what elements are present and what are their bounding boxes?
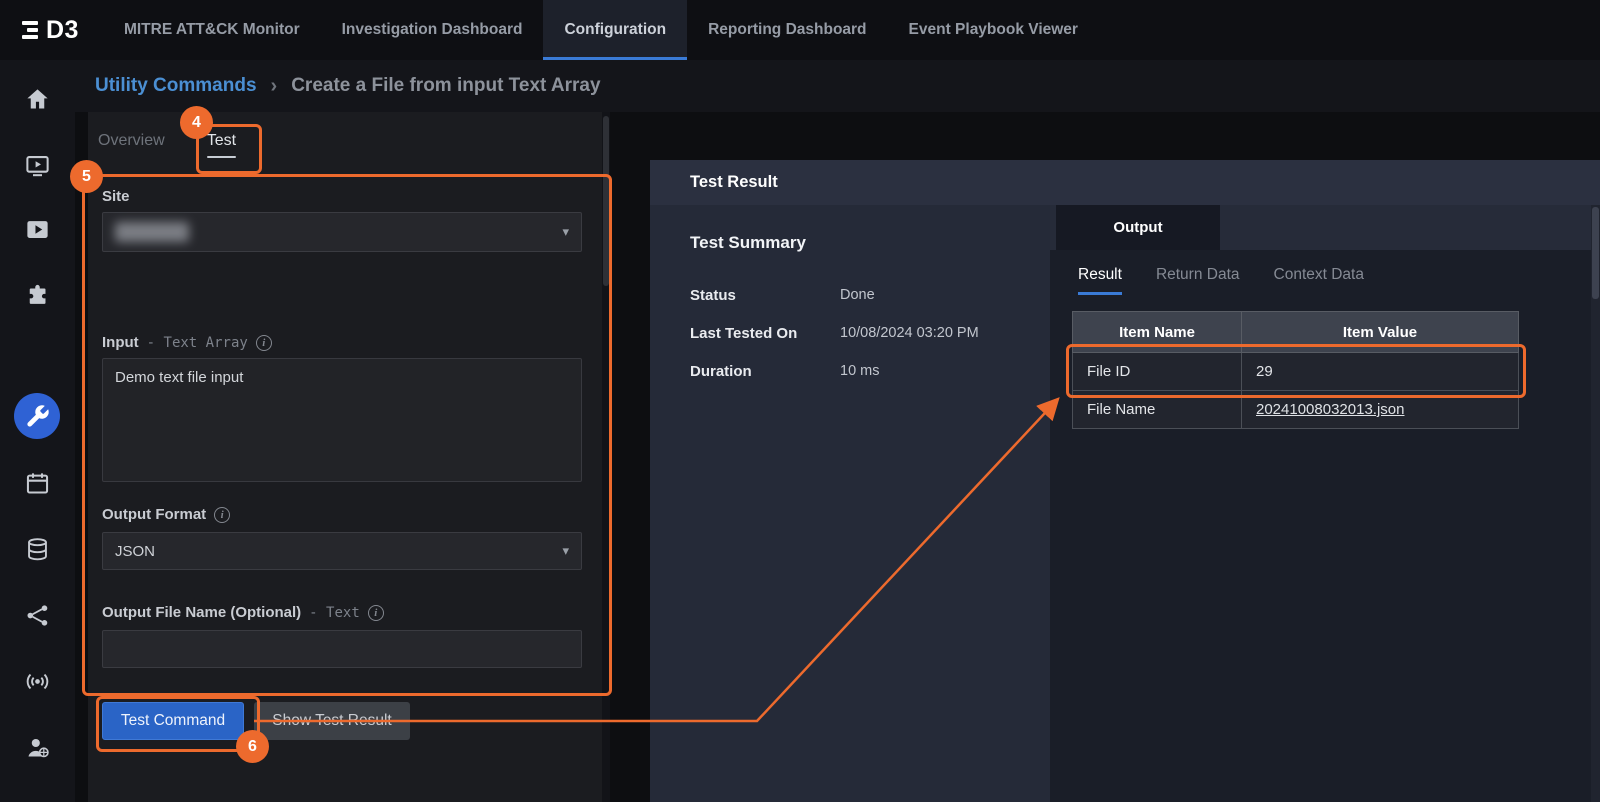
output-file-name-label: Output File Name (Optional) - Text bbox=[102, 604, 384, 621]
cell-file-name-name: File Name bbox=[1073, 391, 1242, 429]
sidebar-item-monitor[interactable] bbox=[22, 150, 52, 180]
duration-value: 10 ms bbox=[840, 363, 880, 380]
input-info-icon[interactable] bbox=[256, 335, 272, 351]
annotation-step-6: 6 bbox=[236, 730, 269, 763]
nav-item-investigation-dashboard[interactable]: Investigation Dashboard bbox=[321, 0, 544, 60]
sidebar-item-broadcast[interactable] bbox=[22, 666, 52, 696]
table-row-file-id: File ID 29 bbox=[1073, 353, 1519, 391]
sidebar-item-data[interactable] bbox=[22, 534, 52, 564]
summary-row-status: Status Done bbox=[690, 287, 1050, 304]
site-select[interactable] bbox=[102, 212, 582, 252]
test-result-panel: Test Result Test Summary Status Done Las… bbox=[650, 160, 1600, 802]
command-form-tabs: Overview Test bbox=[96, 128, 238, 158]
summary-row-last-tested: Last Tested On 10/08/2024 03:20 PM bbox=[690, 325, 1050, 342]
annotation-step-4: 4 bbox=[180, 106, 213, 139]
cell-file-id-name: File ID bbox=[1073, 353, 1242, 391]
site-field-label: Site bbox=[102, 188, 130, 205]
annotation-step-5: 5 bbox=[70, 160, 103, 193]
file-name-link[interactable]: 20241008032013.json bbox=[1256, 401, 1404, 418]
test-result-title: Test Result bbox=[690, 173, 778, 192]
test-command-button[interactable]: Test Command bbox=[102, 702, 244, 740]
d3-logo[interactable]: D3 bbox=[0, 0, 103, 60]
status-value: Done bbox=[840, 287, 875, 304]
chevron-down-icon bbox=[562, 543, 569, 559]
d3-logo-icon bbox=[22, 21, 38, 39]
output-format-select[interactable]: JSON bbox=[102, 532, 582, 570]
top-nav: D3 MITRE ATT&CK Monitor Investigation Da… bbox=[0, 0, 1600, 60]
header-item-name: Item Name bbox=[1073, 312, 1242, 353]
calendar-icon bbox=[24, 470, 51, 497]
tab-test[interactable]: Test bbox=[205, 128, 238, 158]
icon-sidebar bbox=[0, 60, 75, 802]
nav-item-reporting-dashboard[interactable]: Reporting Dashboard bbox=[687, 0, 887, 60]
sidebar-item-connections[interactable] bbox=[22, 600, 52, 630]
broadcast-icon bbox=[24, 668, 51, 695]
input-field-label: Input - Text Array bbox=[102, 334, 272, 351]
output-tab-strip: Output bbox=[1050, 205, 1600, 250]
monitor-play-icon bbox=[24, 152, 51, 179]
summary-row-duration: Duration 10 ms bbox=[690, 363, 1050, 380]
breadcrumb: Utility Commands › Create a File from in… bbox=[0, 60, 1600, 112]
last-tested-value: 10/08/2024 03:20 PM bbox=[840, 325, 979, 342]
breadcrumb-current-page: Create a File from input Text Array bbox=[291, 75, 600, 97]
output-format-value: JSON bbox=[115, 543, 155, 560]
subtab-return-data[interactable]: Return Data bbox=[1156, 266, 1240, 295]
user-globe-icon bbox=[24, 734, 51, 761]
test-summary-title: Test Summary bbox=[690, 233, 1050, 253]
tab-overview[interactable]: Overview bbox=[96, 128, 167, 158]
output-format-info-icon[interactable] bbox=[214, 507, 230, 523]
nav-item-mitre-attack-monitor[interactable]: MITRE ATT&CK Monitor bbox=[103, 0, 321, 60]
test-output-section: Output Result Return Data Context Data I… bbox=[1050, 205, 1600, 802]
nav-item-event-playbook-viewer[interactable]: Event Playbook Viewer bbox=[888, 0, 1099, 60]
sidebar-item-schedule[interactable] bbox=[22, 468, 52, 498]
puzzle-icon bbox=[24, 282, 51, 309]
wrench-icon bbox=[24, 403, 51, 430]
result-table-header-row: Item Name Item Value bbox=[1073, 312, 1519, 353]
breadcrumb-utility-commands[interactable]: Utility Commands bbox=[95, 75, 257, 97]
output-file-name-info-icon[interactable] bbox=[368, 605, 384, 621]
sidebar-item-remote-user[interactable] bbox=[22, 732, 52, 762]
test-result-header: Test Result bbox=[650, 160, 1600, 205]
chevron-down-icon bbox=[562, 224, 569, 240]
table-row-file-name: File Name 20241008032013.json bbox=[1073, 391, 1519, 429]
header-item-value: Item Value bbox=[1242, 312, 1519, 353]
output-format-label: Output Format bbox=[102, 506, 230, 523]
subtab-result[interactable]: Result bbox=[1078, 266, 1122, 295]
tab-output[interactable]: Output bbox=[1056, 205, 1220, 250]
input-type-hint: - Text Array bbox=[147, 335, 248, 351]
sidebar-item-home[interactable] bbox=[22, 84, 52, 114]
database-icon bbox=[24, 536, 51, 563]
command-form-panel: Overview Test Site Input - Text Array De… bbox=[88, 112, 610, 802]
output-file-name-input[interactable] bbox=[102, 630, 582, 668]
input-textarea[interactable]: Demo text file input bbox=[102, 358, 582, 482]
output-file-name-type-hint: - Text bbox=[309, 605, 360, 621]
sidebar-item-utility-commands[interactable] bbox=[14, 393, 60, 439]
result-table: Item Name Item Value File ID 29 File Nam… bbox=[1072, 311, 1519, 429]
video-play-icon bbox=[24, 216, 51, 243]
nav-item-configuration[interactable]: Configuration bbox=[543, 0, 687, 60]
show-test-result-button[interactable]: Show Test Result bbox=[254, 702, 410, 740]
home-icon bbox=[24, 86, 51, 113]
site-value-redacted bbox=[115, 222, 189, 242]
output-subtabs: Result Return Data Context Data bbox=[1050, 250, 1600, 295]
sidebar-item-integrations[interactable] bbox=[22, 280, 52, 310]
output-scrollbar[interactable] bbox=[1591, 205, 1600, 802]
subtab-context-data[interactable]: Context Data bbox=[1274, 266, 1364, 295]
cell-file-id-value: 29 bbox=[1242, 353, 1519, 391]
breadcrumb-separator-icon: › bbox=[271, 75, 278, 98]
app-root: D3 MITRE ATT&CK Monitor Investigation Da… bbox=[0, 0, 1600, 802]
d3-logo-text: D3 bbox=[46, 16, 79, 45]
form-panel-scrollbar[interactable] bbox=[602, 112, 610, 802]
share-nodes-icon bbox=[24, 602, 51, 629]
sidebar-item-video[interactable] bbox=[22, 214, 52, 244]
cell-file-name-value: 20241008032013.json bbox=[1242, 391, 1519, 429]
test-summary-section: Test Summary Status Done Last Tested On … bbox=[650, 205, 1050, 802]
